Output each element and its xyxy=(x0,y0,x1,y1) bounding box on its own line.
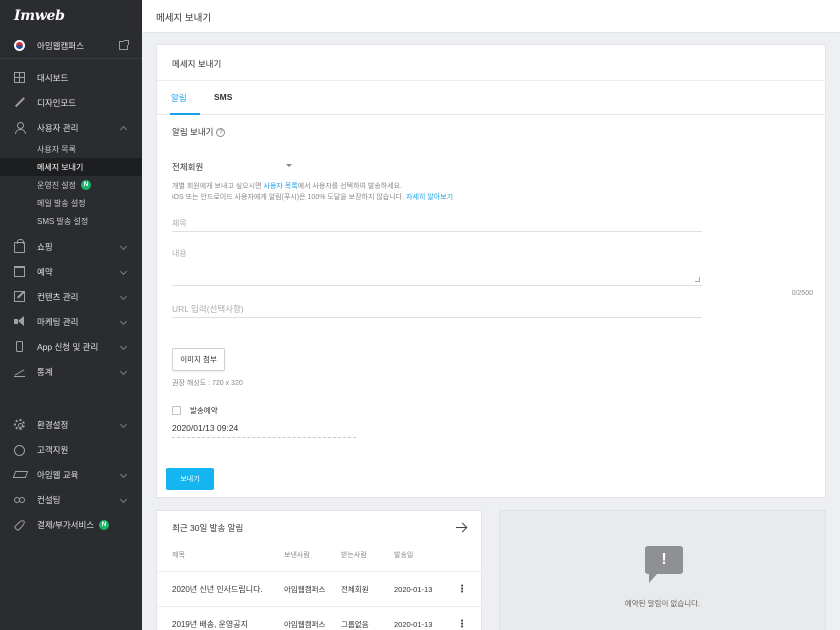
chevron-down-icon xyxy=(119,292,128,301)
page-title: 메세지 보내기 xyxy=(156,13,212,24)
user-icon xyxy=(14,122,26,134)
sidebar-subitem-user-list[interactable]: 사용자 목록 xyxy=(0,140,142,158)
table-row[interactable]: 2020년 신년 인사드립니다. 아임웹캠퍼스 전체회원 2020-01-13 … xyxy=(157,571,481,607)
chevron-down-icon xyxy=(119,495,128,504)
site-name: 아임웹캠퍼스 xyxy=(37,40,84,51)
new-badge: N xyxy=(81,180,92,190)
attach-image-button[interactable]: 이미지 첨부 xyxy=(172,348,225,371)
new-badge: N xyxy=(99,519,110,530)
url-input[interactable]: URL 입력(선택사항) xyxy=(172,303,702,318)
learn-more-link[interactable]: 자세히 알아보기 xyxy=(406,194,453,201)
sidebar-subitem-mail-settings[interactable]: 메일 발송 설정 xyxy=(0,194,142,212)
table-row[interactable]: 2019년 배송, 운영공지 아임웹캠퍼스 그룹없음 2020-01-13 ⋮ xyxy=(157,607,481,630)
chat-icon xyxy=(14,445,25,456)
chevron-down-icon xyxy=(119,470,128,479)
table-header: 제목 보낸사람 받는사람 발송일 xyxy=(172,552,414,559)
graduation-cap-icon xyxy=(14,469,25,480)
caret-down-icon xyxy=(286,164,292,167)
sidebar-item-design-mode[interactable]: 디자인모드 xyxy=(0,90,142,115)
chevron-down-icon xyxy=(119,317,128,326)
recommended-size-text: 권장 해상도 : 720 x 320 xyxy=(172,380,243,387)
page-header: 메세지 보내기 xyxy=(142,0,840,33)
chevron-down-icon xyxy=(119,420,128,429)
glasses-icon xyxy=(14,494,25,505)
sidebar: Imweb 아임웹캠퍼스 대시보드 디자인모드 사용자 관리 사용자 목록 메세… xyxy=(0,0,142,630)
help-icon[interactable]: ? xyxy=(216,127,226,137)
sidebar-item-support[interactable]: 고객지원 xyxy=(0,437,142,462)
edit-icon xyxy=(14,291,25,302)
recent-table: 제목 보낸사람 받는사람 발송일 2020년 신년 인사드립니다. 아임웹캠퍼스… xyxy=(157,545,481,630)
korea-flag-icon xyxy=(14,40,25,51)
scheduled-notifications-card: ! 예약된 알림이 없습니다. xyxy=(499,510,826,630)
sidebar-subitem-send-message[interactable]: 메세지 보내기 xyxy=(0,158,142,176)
sidebar-item-billing[interactable]: 결제/부가서비스 N xyxy=(0,512,142,537)
sidebar-subitem-sms-settings[interactable]: SMS 발송 설정 xyxy=(0,212,142,230)
alert-bubble-icon: ! xyxy=(645,546,683,583)
external-link-icon[interactable] xyxy=(119,40,129,50)
sidebar-item-dashboard[interactable]: 대시보드 xyxy=(0,65,142,90)
chevron-down-icon xyxy=(119,367,128,376)
bag-icon xyxy=(14,239,25,253)
sidebar-item-reservation[interactable]: 예약 xyxy=(0,259,142,284)
logo-text: Imweb xyxy=(14,8,65,24)
compose-card: 메세지 보내기 알림 SMS 알림 보내기? 전체회원 개별 회원에게 보내고 … xyxy=(156,44,826,498)
sidebar-item-statistics[interactable]: 통계 xyxy=(0,359,142,384)
chart-icon xyxy=(14,366,25,377)
chevron-down-icon xyxy=(119,267,128,276)
recent-notifications-card: 최근 30일 발송 알림 제목 보낸사람 받는사람 발송일 2020년 신년 인… xyxy=(156,510,482,630)
schedule-checkbox[interactable] xyxy=(172,406,181,415)
message-tabs: 알림 SMS xyxy=(157,81,825,115)
recent-title: 최근 30일 발송 알림 xyxy=(172,523,244,533)
sidebar-item-user-management[interactable]: 사용자 관리 xyxy=(0,115,142,140)
more-options-icon[interactable]: ⋮ xyxy=(457,584,467,595)
wand-icon xyxy=(14,97,25,108)
character-counter: 0/2500 xyxy=(791,290,813,297)
sidebar-item-shopping[interactable]: 쇼핑 xyxy=(0,234,142,259)
calendar-icon xyxy=(14,266,25,277)
recipient-hint: 개별 회원에게 보내고 싶으시면 사용자 목록에서 사용자를 선택하여 발송하세… xyxy=(172,183,454,201)
chevron-down-icon xyxy=(119,342,128,351)
phone-icon xyxy=(16,341,23,352)
resize-handle-icon[interactable] xyxy=(695,277,700,282)
recipient-select[interactable]: 전체회원 xyxy=(172,161,292,175)
dashboard-icon xyxy=(14,72,25,83)
sidebar-item-settings[interactable]: 환경설정 xyxy=(0,412,142,437)
user-list-link[interactable]: 사용자 목록 xyxy=(264,183,298,190)
logo[interactable]: Imweb xyxy=(0,0,142,33)
sidebar-item-content[interactable]: 컨텐츠 관리 xyxy=(0,284,142,309)
rocket-icon xyxy=(14,519,25,530)
chevron-down-icon xyxy=(119,242,128,251)
site-selector[interactable]: 아임웹캠퍼스 xyxy=(0,33,142,59)
empty-state-text: 예약된 알림이 없습니다. xyxy=(624,599,701,608)
section-title: 알림 보내기? xyxy=(172,126,226,138)
megaphone-icon xyxy=(14,316,25,327)
gear-icon xyxy=(14,419,25,430)
sidebar-subitem-staff-settings[interactable]: 운영진 설정 N xyxy=(0,176,142,194)
sidebar-item-marketing[interactable]: 마케팅 관리 xyxy=(0,309,142,334)
sidebar-item-app[interactable]: App 신청 및 관리 xyxy=(0,334,142,359)
more-options-icon[interactable]: ⋮ xyxy=(457,619,467,630)
schedule-option[interactable]: 발송예약 xyxy=(172,405,218,416)
body-textarea[interactable]: 내용 xyxy=(172,248,702,286)
tab-notification[interactable]: 알림 xyxy=(170,81,214,115)
tab-sms[interactable]: SMS xyxy=(214,81,257,114)
sidebar-item-consulting[interactable]: 컨설팅 xyxy=(0,487,142,512)
compose-card-title: 메세지 보내기 xyxy=(157,45,825,81)
schedule-datetime-input[interactable]: 2020/01/13 09:24 xyxy=(172,423,356,438)
sidebar-item-education[interactable]: 아임웹 교육 xyxy=(0,462,142,487)
arrow-right-icon[interactable] xyxy=(456,522,467,533)
send-button[interactable]: 보내기 xyxy=(166,468,214,490)
chevron-up-icon xyxy=(119,125,128,134)
title-input[interactable]: 제목 xyxy=(172,218,702,232)
